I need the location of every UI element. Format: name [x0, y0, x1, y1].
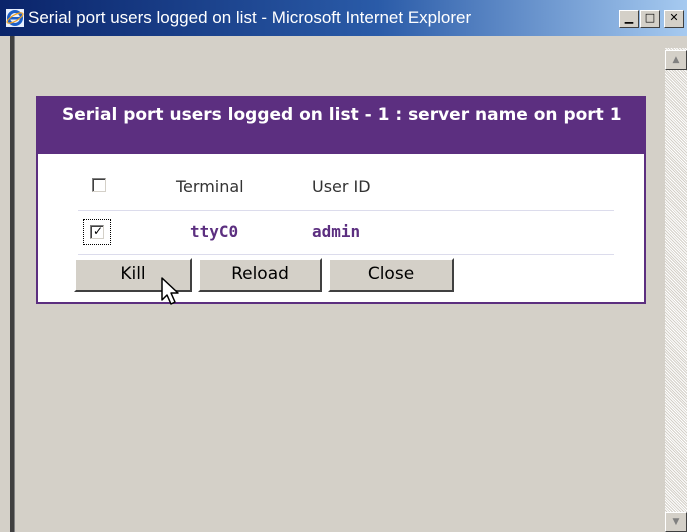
scroll-down-button[interactable]: ▼ [665, 512, 687, 532]
maximize-button[interactable]: □ [640, 10, 660, 28]
row-checkbox[interactable]: ✓ [90, 224, 104, 239]
row-divider [78, 210, 614, 211]
column-header-user-id: User ID [312, 177, 371, 196]
title-bar[interactable]: Serial port users logged on list - Micro… [0, 0, 687, 36]
window-title: Serial port users logged on list - Micro… [28, 8, 472, 27]
users-panel: Serial port users logged on list - 1 : s… [36, 96, 646, 304]
scroll-up-button[interactable]: ▲ [665, 50, 687, 70]
minimize-button[interactable]: ▁ [619, 10, 639, 28]
ie-icon [6, 9, 24, 27]
user-id-cell: admin [312, 222, 361, 241]
minimize-icon: ▁ [624, 11, 634, 24]
reload-button[interactable]: Reload [198, 258, 322, 292]
terminal-cell: ttyC0 [190, 222, 239, 241]
row-divider [78, 254, 614, 255]
panel-title: Serial port users logged on list - 1 : s… [62, 105, 622, 125]
panel-header: Serial port users logged on list - 1 : s… [38, 98, 644, 154]
maximize-icon: □ [644, 11, 656, 24]
close-button[interactable]: Close [328, 258, 454, 292]
arrow-up-icon: ▲ [672, 55, 680, 65]
arrow-down-icon: ▼ [672, 517, 680, 527]
vertical-scrollbar[interactable]: ▲ ▼ [665, 48, 687, 532]
check-mark-icon: ✓ [92, 224, 104, 238]
column-header-terminal: Terminal [176, 177, 244, 196]
browser-window: Serial port users logged on list - Micro… [0, 0, 687, 532]
select-all-checkbox[interactable] [92, 178, 106, 192]
close-icon: ✕ [669, 11, 679, 24]
mouse-pointer-icon [161, 277, 179, 305]
close-window-button[interactable]: ✕ [664, 10, 684, 28]
